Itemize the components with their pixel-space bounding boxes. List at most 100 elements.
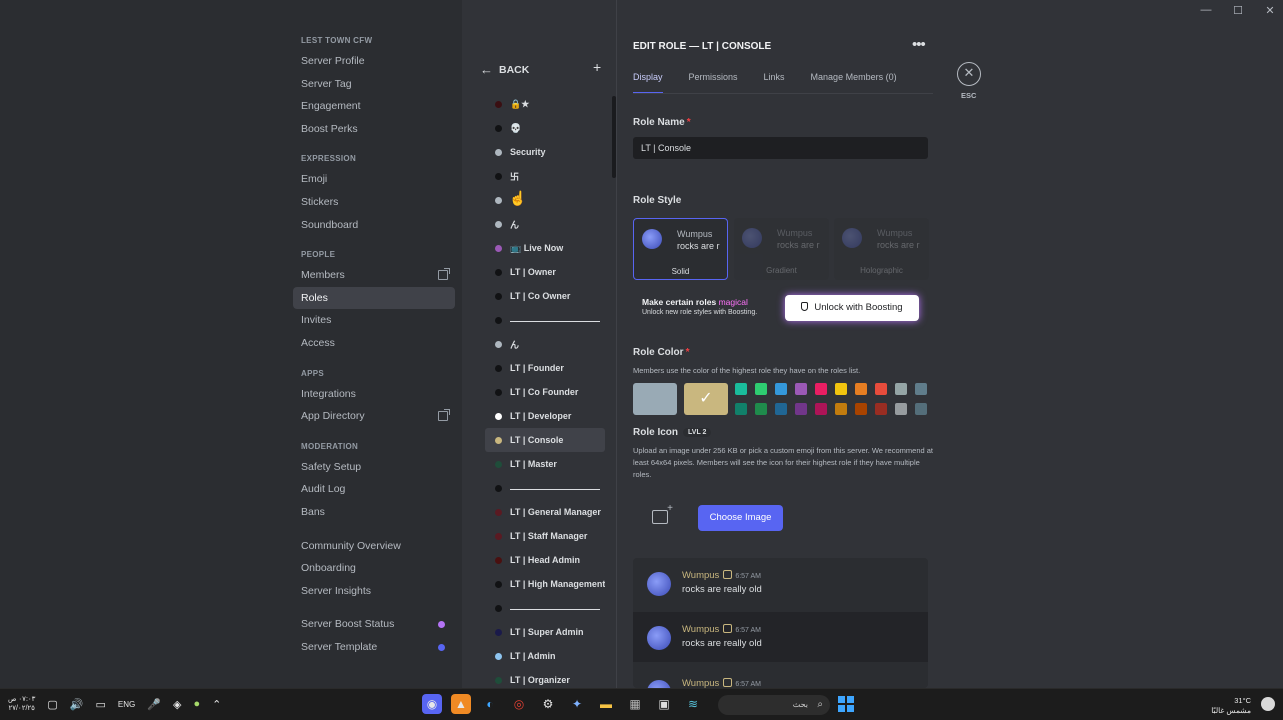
role-list-item[interactable]: LT | Master bbox=[485, 452, 605, 476]
color-swatch[interactable] bbox=[835, 383, 847, 395]
role-list-item[interactable]: Security bbox=[485, 140, 605, 164]
color-swatch[interactable] bbox=[855, 403, 867, 415]
language-indicator[interactable]: ENG bbox=[118, 700, 135, 709]
style-card-gradient[interactable]: Wumpus rocks are r Gradient bbox=[734, 218, 829, 280]
role-list-item[interactable]: 📺 Live Now bbox=[485, 236, 605, 260]
role-list-item[interactable] bbox=[485, 308, 605, 332]
unlock-with-boosting-button[interactable]: Unlock with Boosting bbox=[785, 295, 919, 321]
terminal-icon[interactable]: ▣ bbox=[654, 694, 674, 714]
chevron-up-icon[interactable]: ⌃ bbox=[212, 698, 221, 711]
role-list-item[interactable]: LT | Owner bbox=[485, 260, 605, 284]
role-list-item[interactable]: LT | Co Owner bbox=[485, 284, 605, 308]
custom-color-swatch[interactable]: ✓ bbox=[684, 383, 728, 415]
store-icon[interactable]: ▦ bbox=[625, 694, 645, 714]
sidebar-item-engagement[interactable]: Engagement bbox=[293, 95, 455, 118]
windows-start-icon[interactable] bbox=[838, 696, 854, 712]
sidebar-item-server-profile[interactable]: Server Profile bbox=[293, 50, 455, 73]
role-list-item[interactable]: LT | Staff Manager bbox=[485, 524, 605, 548]
role-list-item[interactable]: LT | Founder bbox=[485, 356, 605, 380]
chrome-browser-icon[interactable]: ◎ bbox=[509, 694, 529, 714]
role-list-item[interactable]: 🔒★ bbox=[485, 92, 605, 116]
sidebar-item-bans[interactable]: Bans bbox=[293, 501, 455, 524]
weather-widget[interactable]: 31°C مشمس غالبًا bbox=[1211, 696, 1251, 716]
widget-icon[interactable]: ≋ bbox=[683, 694, 703, 714]
close-settings-button[interactable]: ✕ bbox=[957, 62, 981, 86]
network-icon[interactable]: ▭ bbox=[96, 698, 106, 711]
choose-image-button[interactable]: Choose Image bbox=[698, 505, 783, 531]
role-list-item[interactable]: LT | Console bbox=[485, 428, 605, 452]
color-swatch[interactable] bbox=[895, 403, 907, 415]
sidebar-item-audit-log[interactable]: Audit Log bbox=[293, 478, 455, 501]
color-swatch[interactable] bbox=[735, 403, 747, 415]
color-swatch[interactable] bbox=[815, 383, 827, 395]
color-swatch[interactable] bbox=[835, 403, 847, 415]
role-list-item[interactable]: LT | Co Founder bbox=[485, 380, 605, 404]
sidebar-item-app-directory[interactable]: App Directory bbox=[293, 405, 455, 428]
role-list-item[interactable]: LT | High Management bbox=[485, 572, 605, 596]
role-list-item[interactable]: ん bbox=[485, 332, 605, 356]
role-list-scrollbar[interactable] bbox=[612, 96, 616, 178]
color-swatch[interactable] bbox=[875, 403, 887, 415]
sidebar-item-stickers[interactable]: Stickers bbox=[293, 191, 455, 214]
color-swatch[interactable] bbox=[895, 383, 907, 395]
back-button[interactable]: ← BACK bbox=[480, 62, 529, 77]
sidebar-item-server-insights[interactable]: Server Insights bbox=[293, 580, 455, 603]
sidebar-item-server-template[interactable]: Server Template bbox=[293, 636, 455, 659]
microphone-icon[interactable]: 🎤 bbox=[147, 698, 161, 711]
role-list-item[interactable]: LT | General Manager bbox=[485, 500, 605, 524]
taskbar-clock[interactable]: ٠٧:٠٣ ص ٢٧/٠٢/٢٥ bbox=[8, 695, 35, 713]
sidebar-item-boost-perks[interactable]: Boost Perks bbox=[293, 118, 455, 141]
style-card-solid[interactable]: Wumpus rocks are r Solid bbox=[633, 218, 728, 280]
maximize-icon[interactable]: ☐ bbox=[1231, 4, 1245, 17]
role-list-item[interactable]: ん bbox=[485, 212, 605, 236]
role-list-item[interactable]: LT | Head Admin bbox=[485, 548, 605, 572]
role-list-item[interactable] bbox=[485, 596, 605, 620]
role-list-item[interactable] bbox=[485, 476, 605, 500]
default-color-swatch[interactable] bbox=[633, 383, 677, 415]
tab-manage-members[interactable]: Manage Members (0) bbox=[811, 70, 897, 94]
color-swatch[interactable] bbox=[795, 403, 807, 415]
color-swatch[interactable] bbox=[915, 403, 927, 415]
tray-app-icon[interactable]: ● bbox=[193, 698, 200, 710]
edge-browser-icon[interactable]: ◐ bbox=[480, 694, 500, 714]
copilot-icon[interactable]: ✦ bbox=[567, 694, 587, 714]
color-swatch[interactable] bbox=[815, 403, 827, 415]
tab-links[interactable]: Links bbox=[764, 70, 785, 94]
role-list-item[interactable]: 卐 bbox=[485, 164, 605, 188]
color-swatch[interactable] bbox=[795, 383, 807, 395]
app-icon[interactable]: ▲ bbox=[451, 694, 471, 714]
sidebar-item-soundboard[interactable]: Soundboard bbox=[293, 214, 455, 237]
notification-icon[interactable]: ▢ bbox=[47, 698, 57, 711]
tray-app-icon[interactable]: ◈ bbox=[173, 698, 181, 711]
role-list-item[interactable]: LT | Developer bbox=[485, 404, 605, 428]
minimize-icon[interactable]: — bbox=[1199, 4, 1213, 17]
image-upload-icon[interactable] bbox=[652, 503, 673, 524]
color-swatch[interactable] bbox=[775, 403, 787, 415]
create-role-plus-icon[interactable]: + bbox=[593, 59, 601, 75]
more-options-icon[interactable]: ••• bbox=[912, 36, 926, 53]
sidebar-item-safety-setup[interactable]: Safety Setup bbox=[293, 456, 455, 479]
sidebar-item-server-tag[interactable]: Server Tag bbox=[293, 73, 455, 96]
sidebar-item-server-boost-status[interactable]: Server Boost Status bbox=[293, 613, 455, 636]
discord-app-icon[interactable]: ◉ bbox=[422, 694, 442, 714]
style-card-holographic[interactable]: Wumpus rocks are r Holographic bbox=[834, 218, 929, 280]
sidebar-item-onboarding[interactable]: Onboarding bbox=[293, 557, 455, 580]
role-list-item[interactable]: LT | Admin bbox=[485, 644, 605, 668]
sidebar-item-members[interactable]: Members bbox=[293, 264, 455, 287]
color-swatch[interactable] bbox=[775, 383, 787, 395]
role-list-item[interactable] bbox=[485, 188, 605, 212]
color-swatch[interactable] bbox=[875, 383, 887, 395]
close-window-icon[interactable]: ✕ bbox=[1263, 4, 1277, 17]
color-swatch[interactable] bbox=[755, 403, 767, 415]
role-list-item[interactable]: 💀 bbox=[485, 116, 605, 140]
settings-gear-icon[interactable]: ⚙ bbox=[538, 694, 558, 714]
sidebar-item-community-overview[interactable]: Community Overview bbox=[293, 535, 455, 558]
color-swatch[interactable] bbox=[735, 383, 747, 395]
color-swatch[interactable] bbox=[755, 383, 767, 395]
tab-display[interactable]: Display bbox=[633, 70, 663, 94]
tab-permissions[interactable]: Permissions bbox=[689, 70, 738, 94]
volume-icon[interactable]: 🔊 bbox=[70, 698, 84, 711]
color-swatch[interactable] bbox=[915, 383, 927, 395]
sidebar-item-emoji[interactable]: Emoji bbox=[293, 168, 455, 191]
file-explorer-icon[interactable]: ▬ bbox=[596, 694, 616, 714]
